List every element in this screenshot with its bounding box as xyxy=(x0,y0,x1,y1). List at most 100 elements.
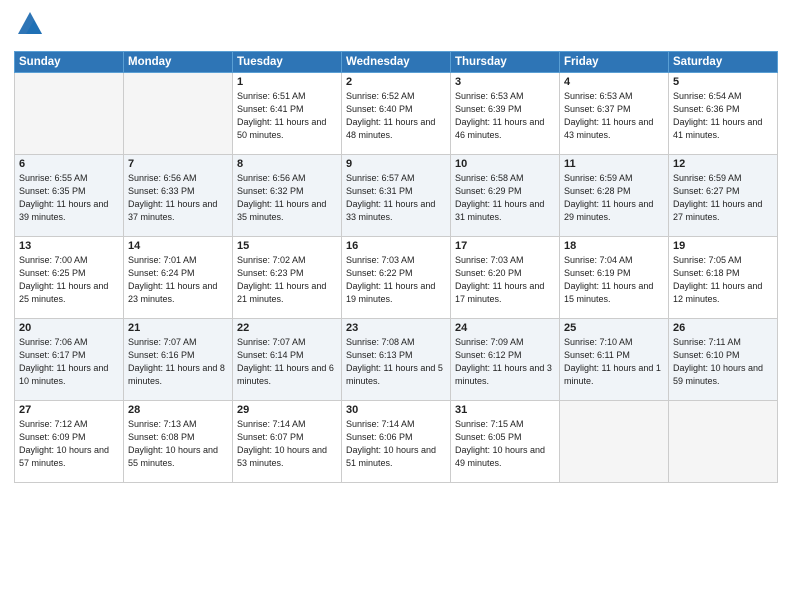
day-info: Sunrise: 6:55 AMSunset: 6:35 PMDaylight:… xyxy=(19,172,119,224)
day-info: Sunrise: 7:12 AMSunset: 6:09 PMDaylight:… xyxy=(19,418,119,470)
calendar-week-3: 13 Sunrise: 7:00 AMSunset: 6:25 PMDayligh… xyxy=(15,236,778,318)
day-info: Sunrise: 6:59 AMSunset: 6:27 PMDaylight:… xyxy=(673,172,773,224)
calendar-cell: 26 Sunrise: 7:11 AMSunset: 6:10 PMDayligh… xyxy=(669,318,778,400)
calendar-cell: 19 Sunrise: 7:05 AMSunset: 6:18 PMDayligh… xyxy=(669,236,778,318)
day-info: Sunrise: 6:56 AMSunset: 6:32 PMDaylight:… xyxy=(237,172,337,224)
day-number: 2 xyxy=(346,76,446,88)
day-info: Sunrise: 6:52 AMSunset: 6:40 PMDaylight:… xyxy=(346,90,446,142)
calendar-cell: 14 Sunrise: 7:01 AMSunset: 6:24 PMDayligh… xyxy=(124,236,233,318)
day-number: 9 xyxy=(346,158,446,170)
weekday-header-thursday: Thursday xyxy=(451,51,560,72)
day-number: 3 xyxy=(455,76,555,88)
weekday-header-friday: Friday xyxy=(560,51,669,72)
day-info: Sunrise: 7:09 AMSunset: 6:12 PMDaylight:… xyxy=(455,336,555,388)
day-info: Sunrise: 6:57 AMSunset: 6:31 PMDaylight:… xyxy=(346,172,446,224)
day-info: Sunrise: 7:11 AMSunset: 6:10 PMDaylight:… xyxy=(673,336,773,388)
calendar-cell: 16Sunrise: 7:03 AMSunset: 6:22 PMDayligh… xyxy=(342,236,451,318)
calendar-cell xyxy=(15,72,124,154)
calendar-cell: 18 Sunrise: 7:04 AMSunset: 6:19 PMDayligh… xyxy=(560,236,669,318)
calendar-cell: 2 Sunrise: 6:52 AMSunset: 6:40 PMDaylight… xyxy=(342,72,451,154)
calendar-cell: 25 Sunrise: 7:10 AMSunset: 6:11 PMDayligh… xyxy=(560,318,669,400)
day-info: Sunrise: 6:59 AMSunset: 6:28 PMDaylight:… xyxy=(564,172,664,224)
calendar-cell: 20 Sunrise: 7:06 AMSunset: 6:17 PMDayligh… xyxy=(15,318,124,400)
day-number: 26 xyxy=(673,322,773,334)
weekday-header-tuesday: Tuesday xyxy=(233,51,342,72)
day-number: 14 xyxy=(128,240,228,252)
calendar-cell: 11Sunrise: 6:59 AMSunset: 6:28 PMDayligh… xyxy=(560,154,669,236)
day-info: Sunrise: 6:53 AMSunset: 6:39 PMDaylight:… xyxy=(455,90,555,142)
day-info: Sunrise: 7:14 AMSunset: 6:07 PMDaylight:… xyxy=(237,418,337,470)
calendar-cell: 24 Sunrise: 7:09 AMSunset: 6:12 PMDayligh… xyxy=(451,318,560,400)
day-info: Sunrise: 6:53 AMSunset: 6:37 PMDaylight:… xyxy=(564,90,664,142)
day-info: Sunrise: 7:15 AMSunset: 6:05 PMDaylight:… xyxy=(455,418,555,470)
calendar-cell: 10Sunrise: 6:58 AMSunset: 6:29 PMDayligh… xyxy=(451,154,560,236)
calendar-week-1: 1 Sunrise: 6:51 AMSunset: 6:41 PMDaylight… xyxy=(15,72,778,154)
day-info: Sunrise: 7:04 AMSunset: 6:19 PMDaylight:… xyxy=(564,254,664,306)
day-number: 30 xyxy=(346,404,446,416)
day-info: Sunrise: 6:51 AMSunset: 6:41 PMDaylight:… xyxy=(237,90,337,142)
calendar-cell: 23 Sunrise: 7:08 AMSunset: 6:13 PMDayligh… xyxy=(342,318,451,400)
day-number: 24 xyxy=(455,322,555,334)
calendar-cell xyxy=(669,400,778,482)
calendar-cell: 28Sunrise: 7:13 AMSunset: 6:08 PMDayligh… xyxy=(124,400,233,482)
calendar-cell: 17 Sunrise: 7:03 AMSunset: 6:20 PMDayligh… xyxy=(451,236,560,318)
day-number: 19 xyxy=(673,240,773,252)
day-info: Sunrise: 7:07 AMSunset: 6:16 PMDaylight:… xyxy=(128,336,228,388)
day-info: Sunrise: 7:01 AMSunset: 6:24 PMDaylight:… xyxy=(128,254,228,306)
calendar-cell: 21 Sunrise: 7:07 AMSunset: 6:16 PMDayligh… xyxy=(124,318,233,400)
day-info: Sunrise: 7:10 AMSunset: 6:11 PMDaylight:… xyxy=(564,336,664,388)
calendar-cell: 8 Sunrise: 6:56 AMSunset: 6:32 PMDaylight… xyxy=(233,154,342,236)
logo-icon xyxy=(16,10,44,38)
calendar-cell: 5 Sunrise: 6:54 AMSunset: 6:36 PMDaylight… xyxy=(669,72,778,154)
page-header xyxy=(14,10,778,43)
weekday-header-row: SundayMondayTuesdayWednesdayThursdayFrid… xyxy=(15,51,778,72)
day-number: 12 xyxy=(673,158,773,170)
calendar-cell: 13 Sunrise: 7:00 AMSunset: 6:25 PMDayligh… xyxy=(15,236,124,318)
day-number: 17 xyxy=(455,240,555,252)
calendar-cell xyxy=(560,400,669,482)
calendar-week-4: 20 Sunrise: 7:06 AMSunset: 6:17 PMDayligh… xyxy=(15,318,778,400)
day-number: 20 xyxy=(19,322,119,334)
calendar-cell: 31Sunrise: 7:15 AMSunset: 6:05 PMDayligh… xyxy=(451,400,560,482)
day-info: Sunrise: 7:14 AMSunset: 6:06 PMDaylight:… xyxy=(346,418,446,470)
day-number: 23 xyxy=(346,322,446,334)
calendar-cell: 4 Sunrise: 6:53 AMSunset: 6:37 PMDaylight… xyxy=(560,72,669,154)
day-number: 22 xyxy=(237,322,337,334)
day-number: 1 xyxy=(237,76,337,88)
day-info: Sunrise: 7:08 AMSunset: 6:13 PMDaylight:… xyxy=(346,336,446,388)
calendar-week-2: 6 Sunrise: 6:55 AMSunset: 6:35 PMDaylight… xyxy=(15,154,778,236)
day-number: 27 xyxy=(19,404,119,416)
calendar-week-5: 27 Sunrise: 7:12 AMSunset: 6:09 PMDayligh… xyxy=(15,400,778,482)
weekday-header-wednesday: Wednesday xyxy=(342,51,451,72)
calendar-cell: 15Sunrise: 7:02 AMSunset: 6:23 PMDayligh… xyxy=(233,236,342,318)
day-info: Sunrise: 7:07 AMSunset: 6:14 PMDaylight:… xyxy=(237,336,337,388)
day-info: Sunrise: 7:06 AMSunset: 6:17 PMDaylight:… xyxy=(19,336,119,388)
day-number: 21 xyxy=(128,322,228,334)
day-info: Sunrise: 7:03 AMSunset: 6:20 PMDaylight:… xyxy=(455,254,555,306)
calendar-cell xyxy=(124,72,233,154)
day-number: 13 xyxy=(19,240,119,252)
calendar-cell: 7Sunrise: 6:56 AMSunset: 6:33 PMDaylight… xyxy=(124,154,233,236)
calendar-cell: 22 Sunrise: 7:07 AMSunset: 6:14 PMDayligh… xyxy=(233,318,342,400)
day-info: Sunrise: 7:03 AMSunset: 6:22 PMDaylight:… xyxy=(346,254,446,306)
day-number: 4 xyxy=(564,76,664,88)
day-number: 5 xyxy=(673,76,773,88)
calendar-cell: 29Sunrise: 7:14 AMSunset: 6:07 PMDayligh… xyxy=(233,400,342,482)
day-info: Sunrise: 7:00 AMSunset: 6:25 PMDaylight:… xyxy=(19,254,119,306)
calendar-cell: 6 Sunrise: 6:55 AMSunset: 6:35 PMDaylight… xyxy=(15,154,124,236)
day-number: 25 xyxy=(564,322,664,334)
weekday-header-sunday: Sunday xyxy=(15,51,124,72)
day-info: Sunrise: 7:02 AMSunset: 6:23 PMDaylight:… xyxy=(237,254,337,306)
day-info: Sunrise: 6:54 AMSunset: 6:36 PMDaylight:… xyxy=(673,90,773,142)
day-number: 10 xyxy=(455,158,555,170)
weekday-header-monday: Monday xyxy=(124,51,233,72)
day-number: 18 xyxy=(564,240,664,252)
day-info: Sunrise: 6:56 AMSunset: 6:33 PMDaylight:… xyxy=(128,172,228,224)
day-info: Sunrise: 7:13 AMSunset: 6:08 PMDaylight:… xyxy=(128,418,228,470)
calendar: SundayMondayTuesdayWednesdayThursdayFrid… xyxy=(14,51,778,483)
day-number: 6 xyxy=(19,158,119,170)
day-info: Sunrise: 7:05 AMSunset: 6:18 PMDaylight:… xyxy=(673,254,773,306)
calendar-cell: 30 Sunrise: 7:14 AMSunset: 6:06 PMDayligh… xyxy=(342,400,451,482)
calendar-cell: 27 Sunrise: 7:12 AMSunset: 6:09 PMDayligh… xyxy=(15,400,124,482)
day-number: 8 xyxy=(237,158,337,170)
